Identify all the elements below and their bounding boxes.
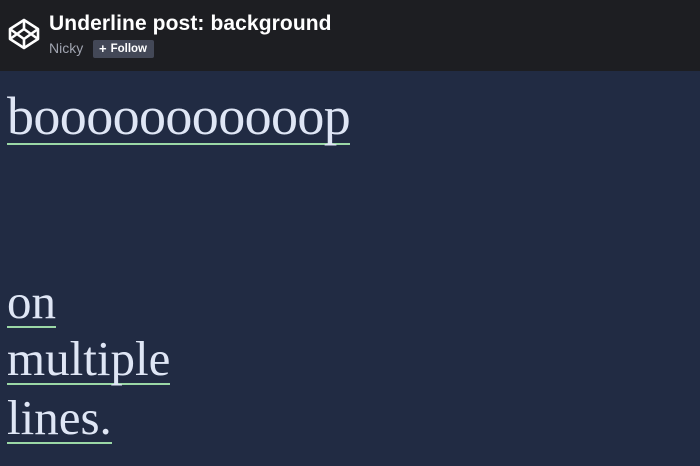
plus-icon: + bbox=[99, 41, 107, 56]
follow-label: Follow bbox=[110, 43, 148, 55]
author-name[interactable]: Nicky bbox=[49, 40, 83, 56]
underlined-text-on: on bbox=[7, 274, 56, 329]
preview-area: booooooooooop on multiple lines. bbox=[0, 71, 700, 466]
underlined-text-line: booooooooooop bbox=[7, 86, 351, 146]
underlined-text-multiple: multiple bbox=[7, 331, 171, 386]
pen-title[interactable]: Underline post: background bbox=[49, 12, 332, 36]
underlined-text-lines: lines. bbox=[7, 390, 112, 445]
top-bar: Underline post: background Nicky + Follo… bbox=[0, 0, 700, 71]
codepen-logo-icon[interactable] bbox=[6, 16, 42, 52]
follow-button[interactable]: + Follow bbox=[93, 40, 155, 58]
